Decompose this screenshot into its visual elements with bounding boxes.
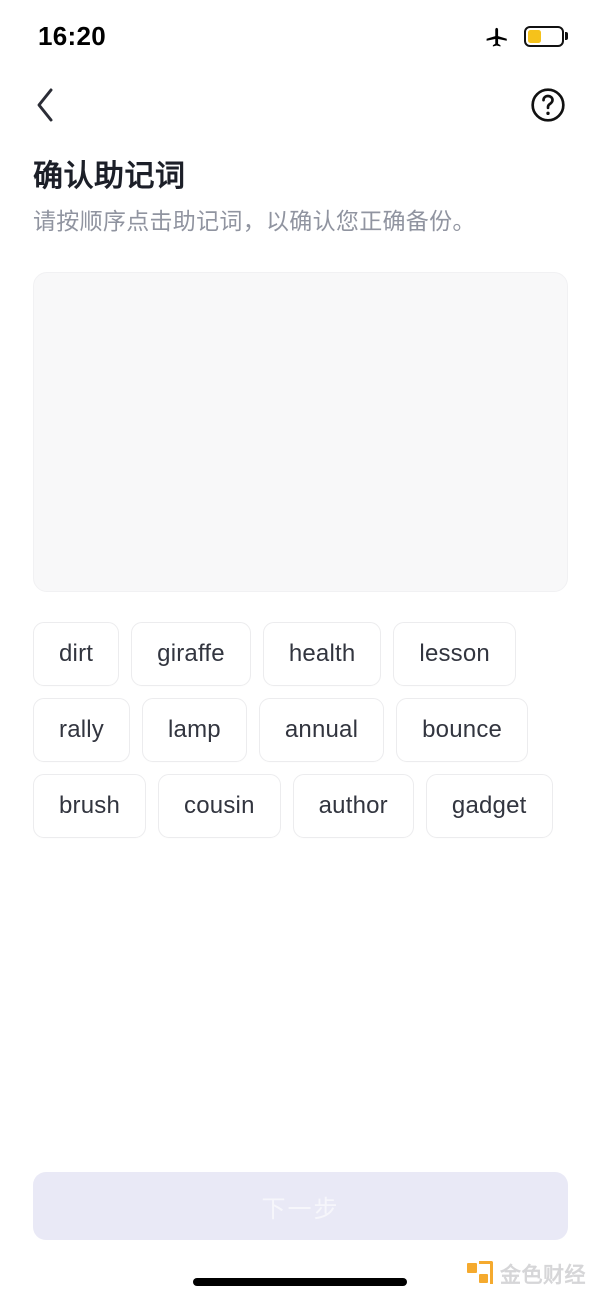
word-chip[interactable]: health bbox=[262, 622, 382, 686]
status-clock: 16:20 bbox=[38, 20, 106, 51]
header-block: 确认助记词 请按顺序点击助记词，以确认您正确备份。 bbox=[33, 158, 567, 237]
next-step-button[interactable]: 下一步 bbox=[33, 1172, 568, 1240]
question-circle-icon bbox=[528, 85, 568, 130]
back-button[interactable] bbox=[22, 84, 68, 130]
word-chip[interactable]: rally bbox=[33, 698, 131, 762]
home-indicator[interactable] bbox=[193, 1278, 407, 1286]
page-title: 确认助记词 bbox=[33, 160, 186, 193]
word-chip[interactable]: giraffe bbox=[131, 622, 251, 686]
word-chip[interactable]: annual bbox=[258, 698, 385, 762]
word-chip[interactable]: dirt bbox=[33, 622, 120, 686]
page-subtitle: 请按顺序点击助记词，以确认您正确备份。 bbox=[33, 207, 476, 234]
status-bar: 16:20 bbox=[0, 0, 600, 72]
word-pool: dirt giraffe health lesson rally lamp annual bo… bbox=[33, 622, 568, 838]
phone-screen: 16:20 确认助记词 请按顺序点击助记词，以确认您正确备份。 dirt gir… bbox=[0, 0, 600, 1299]
battery-icon bbox=[524, 25, 568, 47]
airplane-mode-icon bbox=[484, 23, 510, 49]
chevron-left-icon bbox=[33, 86, 57, 129]
status-indicators bbox=[484, 23, 568, 49]
jinse-logo-icon bbox=[467, 1261, 493, 1287]
word-chip[interactable]: lesson bbox=[393, 622, 516, 686]
word-chip[interactable]: cousin bbox=[158, 774, 281, 838]
selected-words-list bbox=[34, 273, 567, 313]
watermark: 金色财经 bbox=[467, 1259, 586, 1289]
word-chip[interactable]: brush bbox=[33, 774, 147, 838]
navigation-bar bbox=[0, 76, 600, 138]
word-chip[interactable]: gadget bbox=[425, 774, 553, 838]
selected-words-panel[interactable] bbox=[33, 272, 568, 592]
help-button[interactable] bbox=[526, 85, 570, 129]
watermark-text: 金色财经 bbox=[500, 1263, 586, 1287]
word-chip[interactable]: author bbox=[292, 774, 414, 838]
word-chip[interactable]: bounce bbox=[396, 698, 529, 762]
word-chip[interactable]: lamp bbox=[142, 698, 247, 762]
